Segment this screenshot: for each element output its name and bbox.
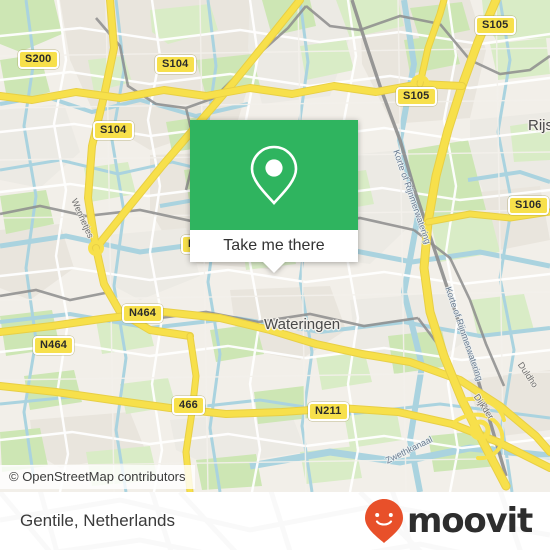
road-shield: S106 bbox=[508, 196, 549, 215]
popup-tail bbox=[263, 262, 285, 273]
map-attribution[interactable]: © OpenStreetMap contributors bbox=[0, 465, 195, 489]
moovit-map-screen: .g { fill:#cde6b4; } .g2 { fill:#d9ecc6;… bbox=[0, 0, 550, 550]
road-shield: N464 bbox=[122, 304, 164, 323]
take-me-there-popup[interactable]: Take me there bbox=[190, 120, 358, 273]
road-shield: 466 bbox=[172, 396, 205, 415]
road-shield: N211 bbox=[308, 402, 349, 421]
place-label-wateringen: Wateringen bbox=[264, 316, 341, 333]
moovit-wordmark: moovit bbox=[406, 501, 533, 541]
place-label-rijswijk: Rijs bbox=[528, 117, 550, 134]
footer-bar: Gentile, Netherlands moovit bbox=[0, 492, 550, 550]
road-shield: S104 bbox=[93, 121, 134, 140]
page-title: Gentile, Netherlands bbox=[20, 511, 175, 530]
take-me-there-label: Take me there bbox=[223, 237, 325, 254]
map-pin-icon bbox=[250, 145, 298, 205]
popup-footer[interactable]: Take me there bbox=[190, 230, 358, 262]
road-shield: S200 bbox=[18, 50, 59, 69]
road-shield: S104 bbox=[155, 55, 196, 74]
moovit-pin-smiley-icon bbox=[364, 499, 403, 543]
road-shield: S105 bbox=[396, 87, 437, 106]
popup-header bbox=[190, 120, 358, 230]
moovit-brand[interactable]: moovit bbox=[364, 498, 533, 544]
map-canvas[interactable]: .g { fill:#cde6b4; } .g2 { fill:#d9ecc6;… bbox=[0, 0, 550, 492]
road-shield: S105 bbox=[475, 16, 516, 35]
road-shield: N464 bbox=[33, 336, 75, 355]
